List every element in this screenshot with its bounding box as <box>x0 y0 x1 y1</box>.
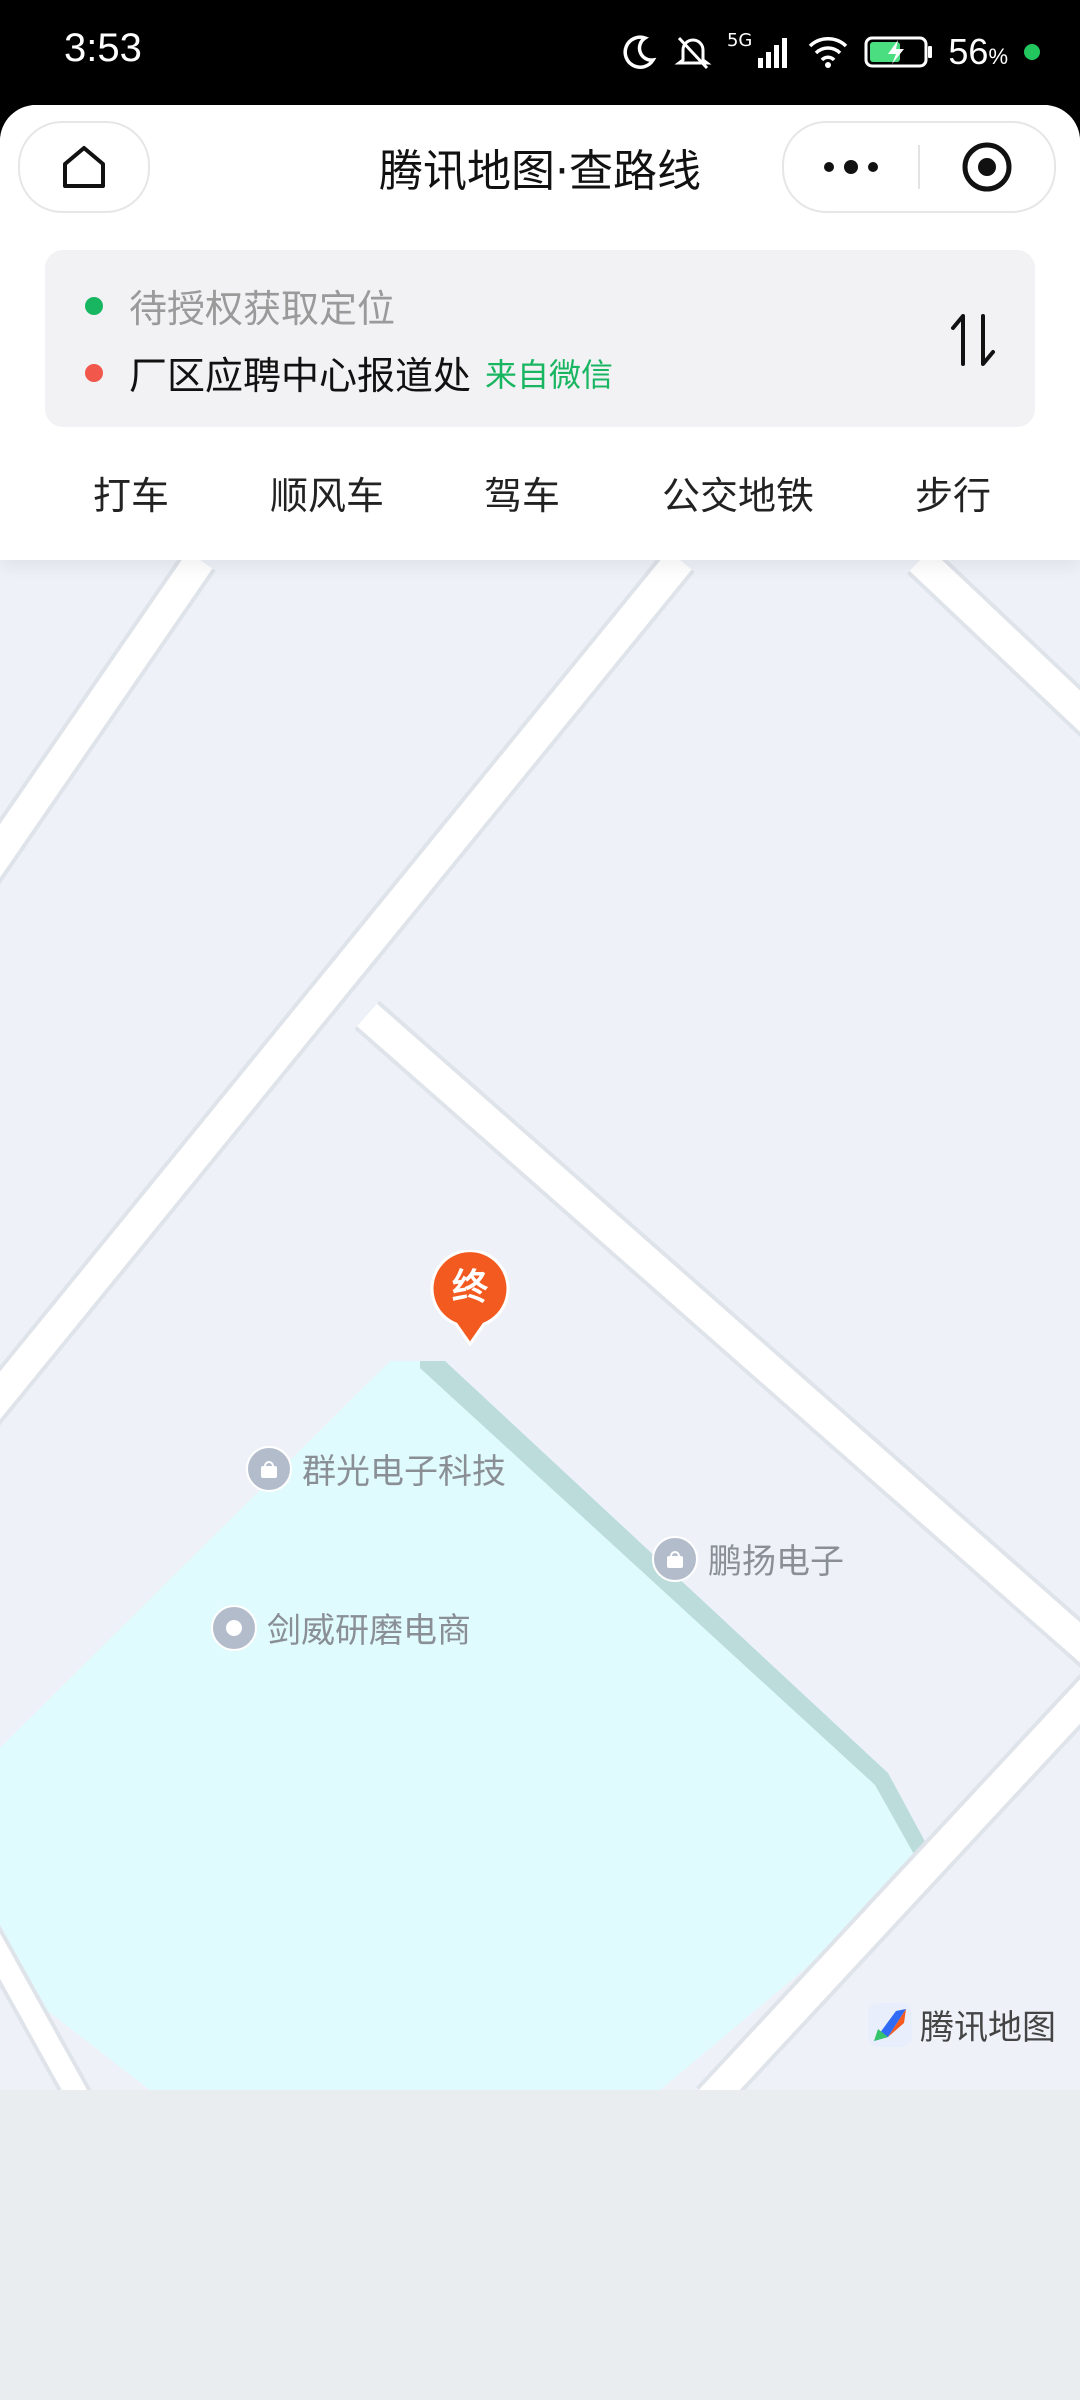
network-5g-label: 5G <box>726 30 753 51</box>
more-button[interactable] <box>784 159 918 175</box>
swap-route-button[interactable] <box>945 310 1001 370</box>
map-view[interactable]: 终 群光电子科技 鹏扬电子 剑威研磨电商 腾讯地图 <box>0 560 1080 2090</box>
tencent-map-logo-icon <box>868 2002 912 2047</box>
privacy-indicator-dot <box>1024 44 1040 60</box>
tab-taxi[interactable]: 打车 <box>93 465 169 520</box>
wifi-icon <box>809 37 848 68</box>
tab-carpool[interactable]: 顺风车 <box>270 465 384 520</box>
tencent-map-logo: 腾讯地图 <box>866 2000 1056 2049</box>
start-point-row[interactable]: 待授权获取定位 <box>85 278 395 333</box>
signal-icon <box>758 38 788 68</box>
poi-label: 剑威研磨电商 <box>267 1611 471 1651</box>
swap-arrows-icon <box>951 314 995 366</box>
tencent-map-logo-text: 腾讯地图 <box>920 2008 1056 2048</box>
end-point-row[interactable]: 厂区应聘中心报道处 来自微信 <box>85 345 613 400</box>
tab-driving[interactable]: 驾车 <box>484 465 560 520</box>
dot-icon <box>211 1604 257 1651</box>
route-card: 待授权获取定位 厂区应聘中心报道处 来自微信 <box>45 250 1035 427</box>
poi-jianwei[interactable]: 剑威研磨电商 <box>211 1603 471 1652</box>
bell-muted-icon <box>674 36 712 70</box>
shopping-bag-icon <box>246 1445 292 1492</box>
transport-tabs: 打车 顺风车 驾车 公交地铁 步行 <box>0 465 1080 535</box>
battery-value: 56 <box>948 31 989 72</box>
status-icons: 5G 56% <box>619 30 1040 74</box>
status-bar: 3:53 5G 56% <box>0 0 1080 105</box>
poi-label: 群光电子科技 <box>302 1452 506 1492</box>
destination-marker[interactable]: 终 <box>430 1249 510 1347</box>
poi-pengyang[interactable]: 鹏扬电子 <box>652 1534 844 1583</box>
route-panel: 腾讯地图·查路线 待授权获取定位 厂区应聘中心报道处 来自微信 打车 顺风车 驾… <box>0 105 1080 560</box>
map-canvas <box>0 560 1080 2090</box>
end-marker-label: 终 <box>451 1267 488 1308</box>
poi-qunguang[interactable]: 群光电子科技 <box>246 1444 506 1493</box>
moon-icon <box>623 35 657 69</box>
poi-label: 鹏扬电子 <box>708 1542 844 1582</box>
bottom-panel <box>0 2090 1080 2400</box>
target-close-icon <box>962 142 1012 192</box>
end-dot-icon <box>85 363 103 382</box>
shopping-bag-icon <box>652 1535 698 1582</box>
start-point-text: 待授权获取定位 <box>129 287 396 331</box>
start-dot-icon <box>85 296 103 315</box>
end-point-text: 厂区应聘中心报道处 <box>129 354 472 398</box>
end-source-tag: 来自微信 <box>485 355 614 394</box>
tab-walking[interactable]: 步行 <box>915 465 991 520</box>
map-road <box>0 560 213 878</box>
map-road <box>909 560 1080 732</box>
battery-charging-icon <box>864 36 933 68</box>
mini-program-sheet: 腾讯地图·查路线 待授权获取定位 厂区应聘中心报道处 来自微信 打车 顺风车 驾… <box>0 105 1080 2400</box>
more-dots-icon <box>824 160 878 174</box>
menu-capsule <box>782 121 1056 213</box>
battery-unit: % <box>988 44 1008 69</box>
close-miniprogram-button[interactable] <box>920 140 1054 194</box>
status-time: 3:53 <box>64 26 142 70</box>
battery-level: 56% <box>948 31 1008 73</box>
tab-transit[interactable]: 公交地铁 <box>662 465 814 520</box>
